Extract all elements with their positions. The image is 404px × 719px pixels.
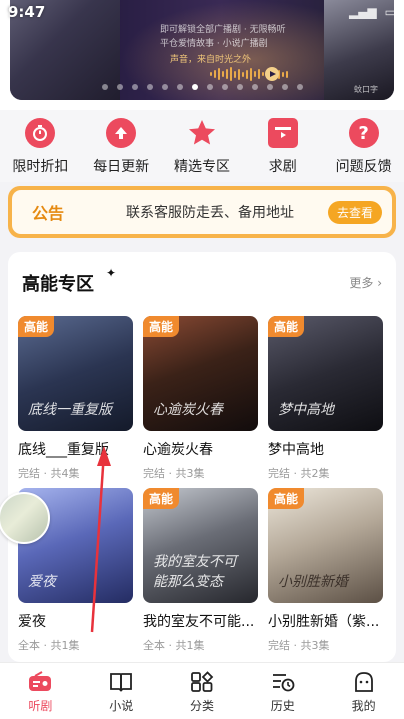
high-energy-badge: 高能: [268, 488, 305, 509]
battery-icon: ▭: [384, 5, 396, 19]
drama-meta: 完结 · 共4集: [18, 467, 80, 480]
quick-actions: 限时折扣 每日更新 精选专区 求剧 ? 问题反馈: [0, 110, 404, 182]
category-icon: [189, 671, 215, 693]
quick-action-label: 求剧: [268, 159, 297, 175]
tab-label: 我的: [351, 699, 376, 713]
notice-banner: 公告 联系客服防走丢、备用地址 去查看: [8, 186, 396, 238]
book-icon: [108, 671, 134, 693]
sparkle-icon: ✦: [106, 266, 117, 280]
drama-meta: 完结 · 共2集: [268, 467, 330, 480]
high-energy-badge: 高能: [143, 316, 180, 337]
banner-line: 平仓爱情故事 · 小说广播剧: [160, 39, 268, 49]
quick-action-discount[interactable]: 限时折扣: [0, 110, 81, 182]
drama-card[interactable]: 高能 底线一重复版 底线___重复版 完结 · 共4集: [18, 316, 133, 481]
drama-title[interactable]: 爱夜: [18, 611, 133, 631]
quick-action-daily-update[interactable]: 每日更新: [81, 110, 162, 182]
cover-title-art: 梦中高地: [278, 402, 334, 418]
cover-title-art: 心逾炭火春: [153, 402, 223, 418]
drama-meta: 完结 · 共3集: [143, 467, 205, 480]
drama-cover[interactable]: 高能 小别胜新婚: [268, 488, 383, 603]
status-icons: ▂▄▆ ▭: [349, 5, 396, 19]
tab-label: 分类: [189, 699, 214, 713]
status-time: 9:47: [8, 3, 46, 21]
status-bar: 9:47 ▂▄▆ ▭: [0, 0, 404, 24]
chevron-right-icon: ›: [377, 276, 382, 290]
star-icon: [187, 118, 217, 148]
cover-title-art: 小别胜新婚: [278, 574, 348, 590]
drama-title[interactable]: 梦中高地: [268, 439, 383, 459]
drama-cover[interactable]: 高能 底线一重复版: [18, 316, 133, 431]
drama-cover[interactable]: 高能 我的室友不可能那么变态: [143, 488, 258, 603]
drama-title[interactable]: 我的室友不可能...: [143, 611, 258, 631]
banner-line: 声音，来自时光之外: [170, 55, 252, 65]
floating-player-avatar[interactable]: [0, 492, 50, 544]
more-label: 更多: [349, 276, 374, 290]
section-title: 高能专区: [22, 270, 102, 296]
radio-icon: [27, 671, 53, 693]
quick-action-label: 限时折扣: [12, 159, 69, 175]
bottom-tab-bar: 听剧 小说 分类 历史 我的: [0, 662, 404, 719]
tab-label: 听剧: [28, 699, 53, 713]
question-icon: ?: [348, 118, 379, 148]
tab-label: 历史: [270, 699, 295, 713]
drama-meta: 全本 · 共1集: [143, 639, 205, 652]
tab-category[interactable]: 分类: [162, 663, 243, 719]
more-link[interactable]: 更多 ›: [349, 274, 382, 291]
drama-title[interactable]: 小别胜新婚（紫...: [268, 611, 383, 631]
notice-tag: 公告: [32, 204, 65, 223]
notice-inner: 公告 联系客服防走丢、备用地址 去查看: [12, 190, 392, 234]
tab-listen[interactable]: 听剧: [0, 663, 81, 719]
arrow-up-icon: [106, 118, 137, 148]
tab-history[interactable]: 历史: [242, 663, 323, 719]
quick-action-featured[interactable]: 精选专区: [162, 110, 243, 182]
profile-icon: [351, 671, 377, 693]
tab-novel[interactable]: 小说: [81, 663, 162, 719]
quick-action-feedback[interactable]: ? 问题反馈: [323, 110, 404, 182]
cover-title-art: 底线一重复版: [28, 402, 112, 418]
play-icon[interactable]: [265, 67, 279, 81]
high-energy-badge: 高能: [268, 316, 305, 337]
drama-cover[interactable]: 高能 梦中高地: [268, 316, 383, 431]
drama-meta: 全本 · 共1集: [18, 639, 80, 652]
drama-card[interactable]: 高能 梦中高地 梦中高地 完结 · 共2集: [268, 316, 383, 481]
cover-title-art: 爱夜: [28, 574, 56, 590]
high-energy-section: 高能专区 ✦ 更多 › 高能 底线一重复版 底线___重复版 完结 · 共4集 …: [8, 252, 396, 662]
drama-title[interactable]: 心逾炭火春: [143, 439, 258, 459]
drama-title[interactable]: 底线___重复版: [18, 439, 133, 459]
cover-title-art: 我的室友不可能那么变态: [153, 554, 237, 590]
notice-text: 联系客服防走丢、备用地址: [125, 205, 294, 221]
quick-action-label: 问题反馈: [335, 159, 392, 175]
high-energy-badge: 高能: [143, 488, 180, 509]
tab-mine[interactable]: 我的: [323, 663, 404, 719]
tab-label: 小说: [109, 699, 134, 713]
quick-action-label: 每日更新: [93, 159, 150, 175]
carousel-dots: [0, 84, 404, 90]
high-energy-badge: 高能: [18, 316, 55, 337]
drama-card[interactable]: 高能 心逾炭火春 心逾炭火春 完结 · 共3集: [143, 316, 258, 481]
drama-meta: 完结 · 共3集: [268, 639, 330, 652]
stopwatch-icon: [25, 118, 56, 148]
history-icon: [270, 671, 296, 693]
notice-view-button[interactable]: 去查看: [327, 200, 382, 224]
signal-icon: ▂▄▆: [348, 5, 377, 19]
quick-action-request[interactable]: 求剧: [242, 110, 323, 182]
quick-action-label: 精选专区: [173, 159, 230, 175]
drama-card[interactable]: 高能 我的室友不可能那么变态 我的室友不可能... 全本 · 共1集: [143, 488, 258, 653]
drama-cover[interactable]: 高能 心逾炭火春: [143, 316, 258, 431]
drama-card[interactable]: 高能 小别胜新婚 小别胜新婚（紫... 完结 · 共3集: [268, 488, 383, 653]
film-icon: [267, 118, 298, 148]
